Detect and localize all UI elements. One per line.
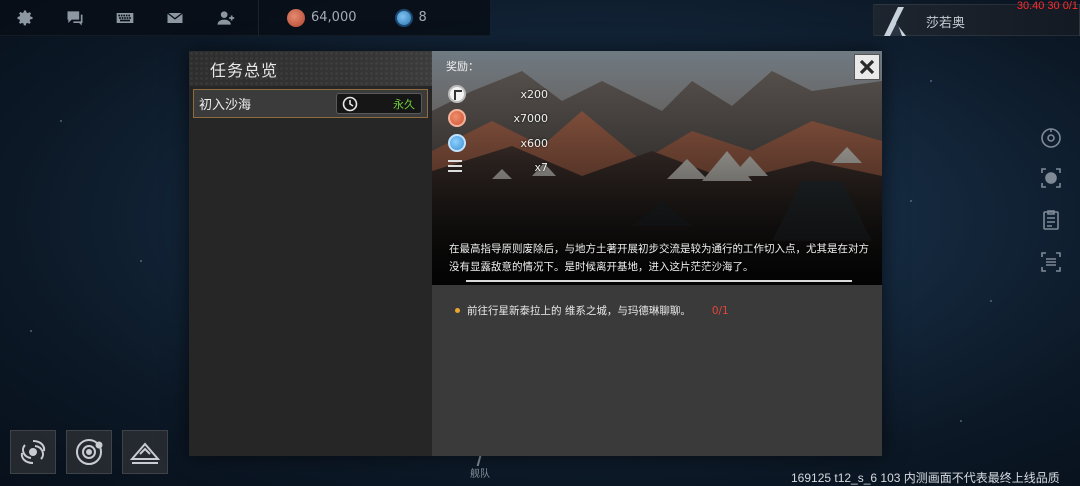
chat-icon[interactable] — [50, 0, 100, 36]
coin-amount: 64,000 — [311, 10, 357, 25]
divider — [466, 280, 852, 282]
quest-list-item[interactable]: 初入沙海 永久 — [193, 89, 428, 118]
list-icon — [448, 160, 462, 174]
dialog-title: 任务总览 — [210, 60, 279, 80]
orbit-icon — [76, 439, 103, 465]
system-button[interactable] — [66, 430, 112, 474]
player-name: 莎若奥 — [926, 16, 966, 31]
objective-text: 前往行星新泰拉上的 维系之城，与玛德琳聊聊。 — [467, 305, 691, 317]
gem-icon — [394, 8, 413, 27]
gem-icon — [448, 134, 466, 152]
clock-icon — [342, 96, 358, 112]
quest-list-header: 任务总览 — [189, 51, 432, 86]
quest-overview-dialog: 任务总览 初入沙海 永久 奖励： x200 x7000 x600 x7 在最高指… — [189, 51, 882, 456]
quest-name: 初入沙海 — [199, 98, 252, 113]
faction-logo-icon — [884, 7, 906, 36]
reward-item[interactable]: x7 — [448, 157, 548, 177]
reward-item[interactable]: x600 — [448, 133, 548, 153]
build-info: 169125 t12_s_6 103 内测画面不代表最终上线品质 — [791, 471, 1060, 485]
debug-counter: 30.40 30 0/1 — [1016, 0, 1078, 12]
badge-icon — [448, 85, 466, 103]
bullet-icon — [455, 308, 460, 313]
objective-progress: 0/1 — [711, 304, 729, 317]
gem-amount: 8 — [418, 10, 427, 25]
reward-item[interactable]: x7000 — [448, 108, 548, 128]
top-bar: 64,000 8 — [0, 0, 490, 36]
coin-icon — [287, 8, 305, 27]
gear-icon[interactable] — [0, 0, 50, 36]
duration-text: 永久 — [393, 98, 415, 111]
close-button[interactable] — [854, 54, 880, 80]
radar-icon[interactable] — [1037, 124, 1065, 152]
quest-objective[interactable]: 前往行星新泰拉上的 维系之城，与玛德琳聊聊。 0/1 — [455, 303, 729, 318]
galaxy-icon — [20, 440, 46, 464]
coin-icon — [448, 109, 466, 127]
reward-qty: x7000 — [513, 111, 548, 125]
reward-qty: x200 — [520, 87, 548, 101]
friends-icon[interactable] — [200, 0, 250, 36]
clipboard-icon[interactable] — [1037, 206, 1065, 234]
keyboard-icon[interactable] — [100, 0, 150, 36]
quest-description: 在最高指导原则废除后，与地方土著开展初步交流是较为通行的工作切入点，尤其是在对方… — [449, 243, 869, 273]
close-icon — [859, 59, 875, 75]
gem-resource[interactable]: 8 — [369, 0, 439, 36]
rewards-label: 奖励： — [446, 60, 479, 73]
reward-item[interactable]: x200 — [448, 84, 548, 104]
reward-qty: x7 — [534, 160, 548, 174]
fleet-label[interactable]: 舰队 — [470, 465, 490, 480]
quest-detail-panel: 奖励： x200 x7000 x600 x7 在最高指导原则废除后，与地方土著开… — [432, 51, 882, 456]
quest-list-panel: 任务总览 初入沙海 永久 — [189, 51, 432, 456]
planet-scan-icon[interactable] — [1037, 164, 1065, 192]
coin-resource[interactable]: 64,000 — [259, 0, 369, 36]
mail-icon[interactable] — [150, 0, 200, 36]
galaxy-button[interactable] — [10, 430, 56, 474]
scan-icon[interactable] — [1037, 248, 1065, 276]
mountain-icon — [129, 442, 161, 464]
base-button[interactable] — [122, 430, 168, 474]
reward-qty: x600 — [520, 136, 548, 150]
quest-duration: 永久 — [336, 93, 422, 114]
